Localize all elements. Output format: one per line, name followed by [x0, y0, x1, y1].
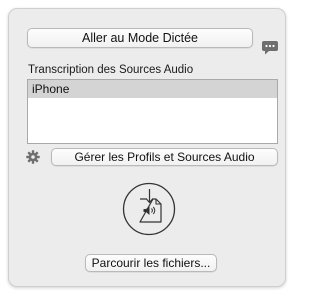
audio-sources-list[interactable]: iPhone	[27, 79, 278, 144]
manage-profiles-button-label: Gérer les Profils et Sources Audio	[74, 150, 255, 164]
list-item-label: iPhone	[32, 82, 70, 96]
browse-files-button-label: Parcourir les fichiers...	[91, 256, 211, 270]
list-item[interactable]: iPhone	[28, 80, 277, 98]
go-to-dictation-mode-button[interactable]: Aller au Mode Dictée	[27, 28, 253, 48]
dictation-button-label: Aller au Mode Dictée	[81, 31, 199, 45]
manage-profiles-button[interactable]: Gérer les Profils et Sources Audio	[51, 148, 278, 166]
audio-sources-section-label: Transcription des Sources Audio	[28, 64, 194, 76]
audio-file-drop-icon[interactable]	[122, 182, 176, 236]
browse-files-button[interactable]: Parcourir les fichiers...	[85, 254, 217, 272]
gear-icon[interactable]	[26, 150, 40, 164]
audio-transcription-panel: Aller au Mode Dictée Transcription des S…	[8, 8, 286, 287]
speech-bubble-icon[interactable]	[261, 40, 279, 56]
